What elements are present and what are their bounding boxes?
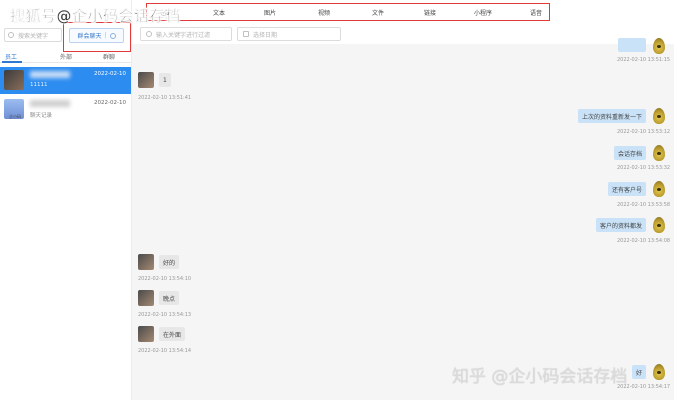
message-bubble: 客户的资料都发 bbox=[595, 218, 646, 232]
avatar bbox=[653, 364, 665, 380]
filter-tab-file[interactable]: 文件 bbox=[372, 8, 384, 17]
message-bubble: 会话存档 bbox=[613, 146, 646, 160]
search-placeholder: 搜索关键字 bbox=[18, 32, 49, 40]
message-bubble: 上次的资料重新发一下 bbox=[577, 109, 646, 123]
watermark-top: 搜狐号@企小码会话存档 bbox=[10, 7, 181, 25]
calendar-icon bbox=[243, 31, 249, 37]
avatar bbox=[653, 145, 665, 161]
message-time: 2022-02-10 13:54:08 bbox=[617, 238, 671, 244]
tab-external[interactable]: 外部 bbox=[60, 52, 72, 61]
message-bubble: 好的 bbox=[159, 255, 180, 269]
avatar bbox=[138, 254, 154, 270]
avatar bbox=[653, 181, 665, 197]
message-bubble: 在外面 bbox=[159, 327, 186, 341]
message-time: 2022-02-10 13:51:41 bbox=[138, 95, 192, 101]
message-time: 2022-02-10 13:54:14 bbox=[138, 348, 192, 354]
avatar bbox=[138, 290, 154, 306]
message-type-filter: 全部 文本 图片 视频 文件 链接 小程序 语音 bbox=[146, 3, 550, 21]
group-chat-highlight: 群会聊天 | bbox=[63, 22, 131, 52]
conversation-panel: 搜索关键字 群会聊天 | 员工 外部 群聊 2022-02-10 11111 企… bbox=[0, 0, 132, 400]
conversation-name-blurred bbox=[30, 100, 70, 107]
search-icon bbox=[8, 32, 14, 38]
avatar bbox=[653, 217, 665, 233]
keyword-placeholder: 输入关键字进行过滤 bbox=[156, 31, 211, 39]
message-bubble bbox=[618, 38, 646, 52]
chat-archive-app: 搜索关键字 群会聊天 | 员工 外部 群聊 2022-02-10 11111 企… bbox=[0, 0, 674, 400]
avatar-label: 企小码 bbox=[9, 114, 21, 119]
group-chat-label: 群会聊天 bbox=[77, 33, 102, 40]
filter-tab-link[interactable]: 链接 bbox=[424, 8, 436, 17]
settings-icon[interactable] bbox=[109, 32, 116, 39]
search-icon bbox=[146, 31, 152, 37]
filter-tab-miniprogram[interactable]: 小程序 bbox=[474, 8, 492, 17]
filter-tab-video[interactable]: 视频 bbox=[318, 8, 330, 17]
message-time: 2022-02-10 13:53:32 bbox=[617, 165, 671, 171]
watermark-bottom: 知乎 @企小码会话存档 bbox=[452, 367, 628, 387]
avatar bbox=[4, 70, 24, 90]
message-time: 2022-02-10 13:51:15 bbox=[617, 57, 671, 63]
avatar bbox=[653, 108, 665, 124]
tab-group[interactable]: 群聊 bbox=[103, 52, 115, 61]
message-bubble: 晚点 bbox=[159, 291, 180, 305]
conversation-search-input[interactable]: 搜索关键字 bbox=[4, 28, 62, 42]
message-bubble: 好 bbox=[631, 365, 646, 379]
message-list[interactable]: 2022-02-10 13:51:15 1 2022-02-10 13:51:4… bbox=[132, 38, 674, 400]
message-bubble: 1 bbox=[159, 73, 171, 87]
tab-active-indicator bbox=[2, 61, 22, 63]
filter-tab-voice[interactable]: 语音 bbox=[530, 8, 542, 17]
message-time: 2022-02-10 13:54:10 bbox=[138, 276, 192, 282]
group-chat-button[interactable]: 群会聊天 | bbox=[69, 28, 124, 43]
divider: | bbox=[104, 32, 107, 39]
filter-tab-text[interactable]: 文本 bbox=[213, 8, 225, 17]
conversation-date: 2022-02-10 bbox=[94, 71, 126, 77]
conversation-preview: 聊天记录 bbox=[30, 113, 53, 119]
conversation-date: 2022-02-10 bbox=[94, 100, 126, 106]
keyword-filter-input[interactable]: 输入关键字进行过滤 bbox=[140, 27, 232, 41]
date-picker[interactable]: 选择日期 bbox=[237, 27, 341, 41]
tab-staff[interactable]: 员工 bbox=[5, 52, 17, 61]
message-bubble: 还有客户号 bbox=[607, 182, 646, 196]
message-time: 2022-02-10 13:54:13 bbox=[138, 312, 192, 318]
avatar bbox=[653, 38, 665, 54]
avatar bbox=[138, 72, 154, 88]
conversation-item[interactable]: 企小码 2022-02-10 聊天记录 bbox=[0, 96, 131, 123]
message-time: 2022-02-10 13:53:12 bbox=[617, 129, 671, 135]
conversation-preview: 11111 bbox=[30, 82, 48, 88]
conversation-item[interactable]: 2022-02-10 11111 bbox=[0, 67, 131, 94]
avatar bbox=[138, 326, 154, 342]
message-time: 2022-02-10 13:53:58 bbox=[617, 202, 671, 208]
date-placeholder: 选择日期 bbox=[253, 31, 278, 39]
filter-tab-image[interactable]: 图片 bbox=[264, 8, 276, 17]
conversation-name-blurred bbox=[30, 71, 70, 78]
